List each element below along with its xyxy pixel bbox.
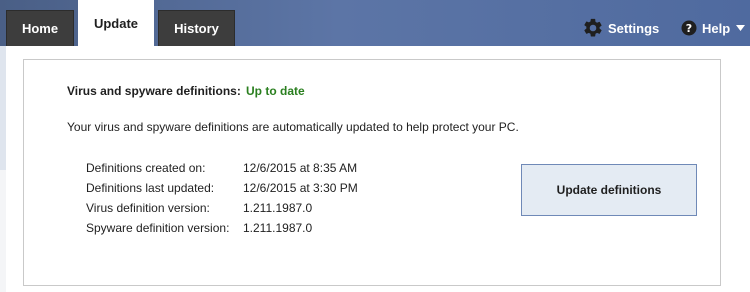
detail-label: Virus definition version:	[86, 201, 210, 215]
detail-value: 1.211.1987.0	[243, 201, 313, 215]
settings-label: Settings	[608, 20, 660, 36]
help-label: Help	[702, 20, 731, 36]
detail-value: 12/6/2015 at 3:30 PM	[243, 181, 358, 195]
detail-row-updated: Definitions last updated: 12/6/2015 at 3…	[86, 178, 358, 198]
definitions-details: Definitions created on: 12/6/2015 at 8:3…	[86, 158, 358, 238]
update-panel: Virus and spyware definitions: Up to dat…	[6, 46, 750, 292]
tab-home-label: Home	[21, 21, 59, 36]
definitions-card: Virus and spyware definitions: Up to dat…	[23, 59, 721, 286]
detail-row-virus-version: Virus definition version: 1.211.1987.0	[86, 198, 358, 218]
detail-label: Spyware definition version:	[86, 221, 230, 235]
tab-history-label: History	[174, 21, 219, 36]
gear-icon	[582, 17, 604, 39]
help-icon: ?	[681, 20, 697, 36]
settings-button[interactable]: Settings	[582, 14, 659, 42]
detail-label: Definitions created on:	[86, 161, 206, 175]
definitions-status-label: Virus and spyware definitions:	[67, 84, 241, 98]
tab-history[interactable]: History	[158, 10, 235, 46]
tab-update[interactable]: Update	[78, 0, 154, 47]
definitions-description: Your virus and spyware definitions are a…	[67, 120, 519, 134]
definitions-status-value: Up to date	[246, 84, 305, 98]
update-definitions-button[interactable]: Update definitions	[521, 164, 697, 216]
help-button[interactable]: ? Help	[681, 14, 746, 42]
detail-value: 1.211.1987.0	[243, 221, 313, 235]
tab-update-label: Update	[93, 16, 139, 31]
detail-label: Definitions last updated:	[86, 181, 215, 195]
tab-home[interactable]: Home	[6, 10, 74, 46]
detail-row-spyware-version: Spyware definition version: 1.211.1987.0	[86, 218, 358, 238]
svg-text:?: ?	[686, 22, 692, 35]
detail-value: 12/6/2015 at 8:35 AM	[243, 161, 358, 175]
chevron-down-icon	[736, 25, 746, 31]
detail-row-created: Definitions created on: 12/6/2015 at 8:3…	[86, 158, 358, 178]
